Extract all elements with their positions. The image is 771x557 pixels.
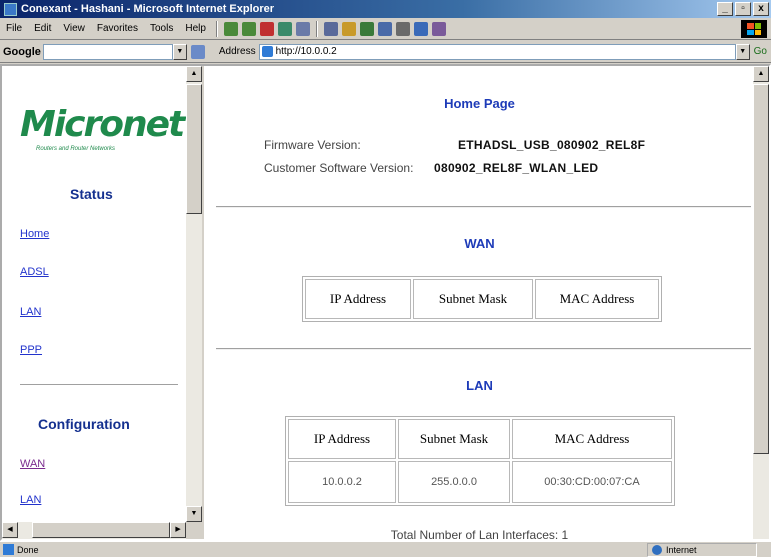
- search-icon[interactable]: [323, 21, 338, 36]
- total-lan-interfaces: Total Number of Lan Interfaces: 1: [390, 528, 569, 539]
- scroll-right-icon[interactable]: ▶: [170, 522, 186, 538]
- scroll-thumb[interactable]: [753, 84, 769, 454]
- table-header-row: IP Address Subnet Mask MAC Address: [288, 419, 672, 459]
- lan-heading: LAN: [466, 378, 493, 393]
- stop-icon[interactable]: [259, 21, 274, 36]
- chevron-down-icon[interactable]: ▼: [735, 43, 750, 60]
- section-divider: [216, 348, 751, 350]
- google-toolbar-label[interactable]: Google: [3, 46, 41, 58]
- status-bar: Done Internet: [0, 541, 771, 557]
- zone-label: Internet: [666, 544, 697, 555]
- status-heading: Status: [70, 186, 113, 202]
- window-titlebar: Conexant - Hashani - Microsoft Internet …: [0, 0, 771, 18]
- nav-link-config-lan[interactable]: LAN: [20, 494, 41, 506]
- ie-icon: [4, 2, 17, 16]
- nav-frame: Micronet Routers and Router Networks Sta…: [2, 66, 204, 539]
- customer-software-label: Customer Software Version:: [264, 161, 414, 175]
- print-icon[interactable]: [395, 21, 410, 36]
- scroll-thumb[interactable]: [31, 522, 171, 538]
- toolbar-separator: [215, 20, 218, 37]
- nav-link-adsl[interactable]: ADSL: [20, 266, 49, 278]
- logo-tagline: Routers and Router Networks: [36, 146, 116, 152]
- main-frame-vertical-scrollbar[interactable]: ▲: [753, 66, 769, 539]
- menu-bar: File Edit View Favorites Tools Help: [0, 18, 771, 40]
- menu-tools[interactable]: Tools: [144, 23, 179, 34]
- customer-software-value: 080902_REL8F_WLAN_LED: [434, 161, 599, 175]
- minimize-button[interactable]: _: [717, 2, 733, 16]
- edit-icon[interactable]: [413, 21, 428, 36]
- section-divider: [216, 206, 751, 208]
- table-header-cell: Subnet Mask: [413, 279, 533, 319]
- globe-icon: [652, 544, 662, 555]
- nav-link-config-wan[interactable]: WAN: [20, 458, 45, 470]
- nav-link-lan[interactable]: LAN: [20, 306, 41, 318]
- toolbar-separator: [315, 20, 318, 37]
- firmware-value: ETHADSL_USB_080902_REL8F: [458, 138, 646, 152]
- menu-edit[interactable]: Edit: [28, 23, 57, 34]
- address-label: Address: [218, 46, 256, 57]
- status-text: Done: [17, 544, 39, 555]
- windows-logo-icon: [741, 20, 767, 38]
- maximize-button[interactable]: ▫: [735, 2, 751, 16]
- go-button[interactable]: Go: [754, 46, 767, 57]
- table-header-cell: IP Address: [288, 419, 396, 459]
- menu-view[interactable]: View: [57, 23, 91, 34]
- window-title: Conexant - Hashani - Microsoft Internet …: [21, 3, 275, 15]
- refresh-icon[interactable]: [277, 21, 292, 36]
- scroll-corner: ▼: [186, 506, 202, 539]
- table-row: 10.0.0.2 255.0.0.0 00:30:CD:00:07:CA: [288, 461, 672, 503]
- scroll-down-icon[interactable]: ▼: [186, 506, 202, 522]
- table-header-cell: IP Address: [305, 279, 411, 319]
- scroll-up-icon[interactable]: ▲: [186, 66, 202, 82]
- main-frame: Home Page Firmware Version: ETHADSL_USB_…: [206, 66, 753, 539]
- favorites-icon[interactable]: [341, 21, 356, 36]
- micronet-logo: Micronet: [20, 104, 185, 145]
- table-header-cell: MAC Address: [535, 279, 659, 319]
- nav-frame-horizontal-scrollbar[interactable]: ◀ ▶: [2, 522, 186, 539]
- menu-help[interactable]: Help: [179, 23, 212, 34]
- security-zone: Internet: [647, 542, 757, 557]
- table-header-row: IP Address Subnet Mask MAC Address: [305, 279, 659, 319]
- scroll-left-icon[interactable]: ◀: [2, 522, 18, 538]
- chevron-down-icon[interactable]: ▼: [172, 43, 187, 60]
- google-search-input[interactable]: [42, 43, 173, 60]
- page-done-icon: [3, 544, 14, 555]
- discuss-icon[interactable]: [431, 21, 446, 36]
- scroll-thumb[interactable]: [186, 84, 202, 214]
- close-button[interactable]: x: [753, 2, 769, 16]
- forward-icon[interactable]: [241, 21, 256, 36]
- address-input[interactable]: http://10.0.0.2: [258, 43, 736, 60]
- lan-ip-cell: 10.0.0.2: [288, 461, 396, 503]
- page-title: Home Page: [444, 96, 515, 111]
- configuration-heading: Configuration: [38, 416, 130, 432]
- firmware-label: Firmware Version:: [264, 138, 361, 152]
- wan-table: IP Address Subnet Mask MAC Address: [302, 276, 662, 322]
- lan-table: IP Address Subnet Mask MAC Address 10.0.…: [285, 416, 675, 506]
- address-toolbar: Google ▼ Address http://10.0.0.2 ▼ Go: [0, 41, 771, 63]
- address-url: http://10.0.0.2: [275, 46, 337, 57]
- history-icon[interactable]: [359, 21, 374, 36]
- browser-content: Micronet Routers and Router Networks Sta…: [0, 64, 771, 541]
- lan-subnet-cell: 255.0.0.0: [398, 461, 510, 503]
- menu-file[interactable]: File: [0, 23, 28, 34]
- google-search-icon[interactable]: [190, 44, 205, 59]
- table-header-cell: Subnet Mask: [398, 419, 510, 459]
- wan-heading: WAN: [464, 236, 495, 251]
- table-header-cell: MAC Address: [512, 419, 672, 459]
- menu-favorites[interactable]: Favorites: [91, 23, 144, 34]
- nav-divider: [20, 384, 178, 386]
- page-icon: [261, 46, 273, 57]
- scroll-up-icon[interactable]: ▲: [753, 66, 769, 82]
- back-icon[interactable]: [223, 21, 238, 36]
- lan-mac-cell: 00:30:CD:00:07:CA: [512, 461, 672, 503]
- mail-icon[interactable]: [377, 21, 392, 36]
- nav-link-ppp[interactable]: PPP: [20, 344, 42, 356]
- nav-link-home[interactable]: Home: [20, 228, 49, 240]
- home-icon[interactable]: [295, 21, 310, 36]
- nav-frame-vertical-scrollbar[interactable]: ▲: [186, 66, 202, 506]
